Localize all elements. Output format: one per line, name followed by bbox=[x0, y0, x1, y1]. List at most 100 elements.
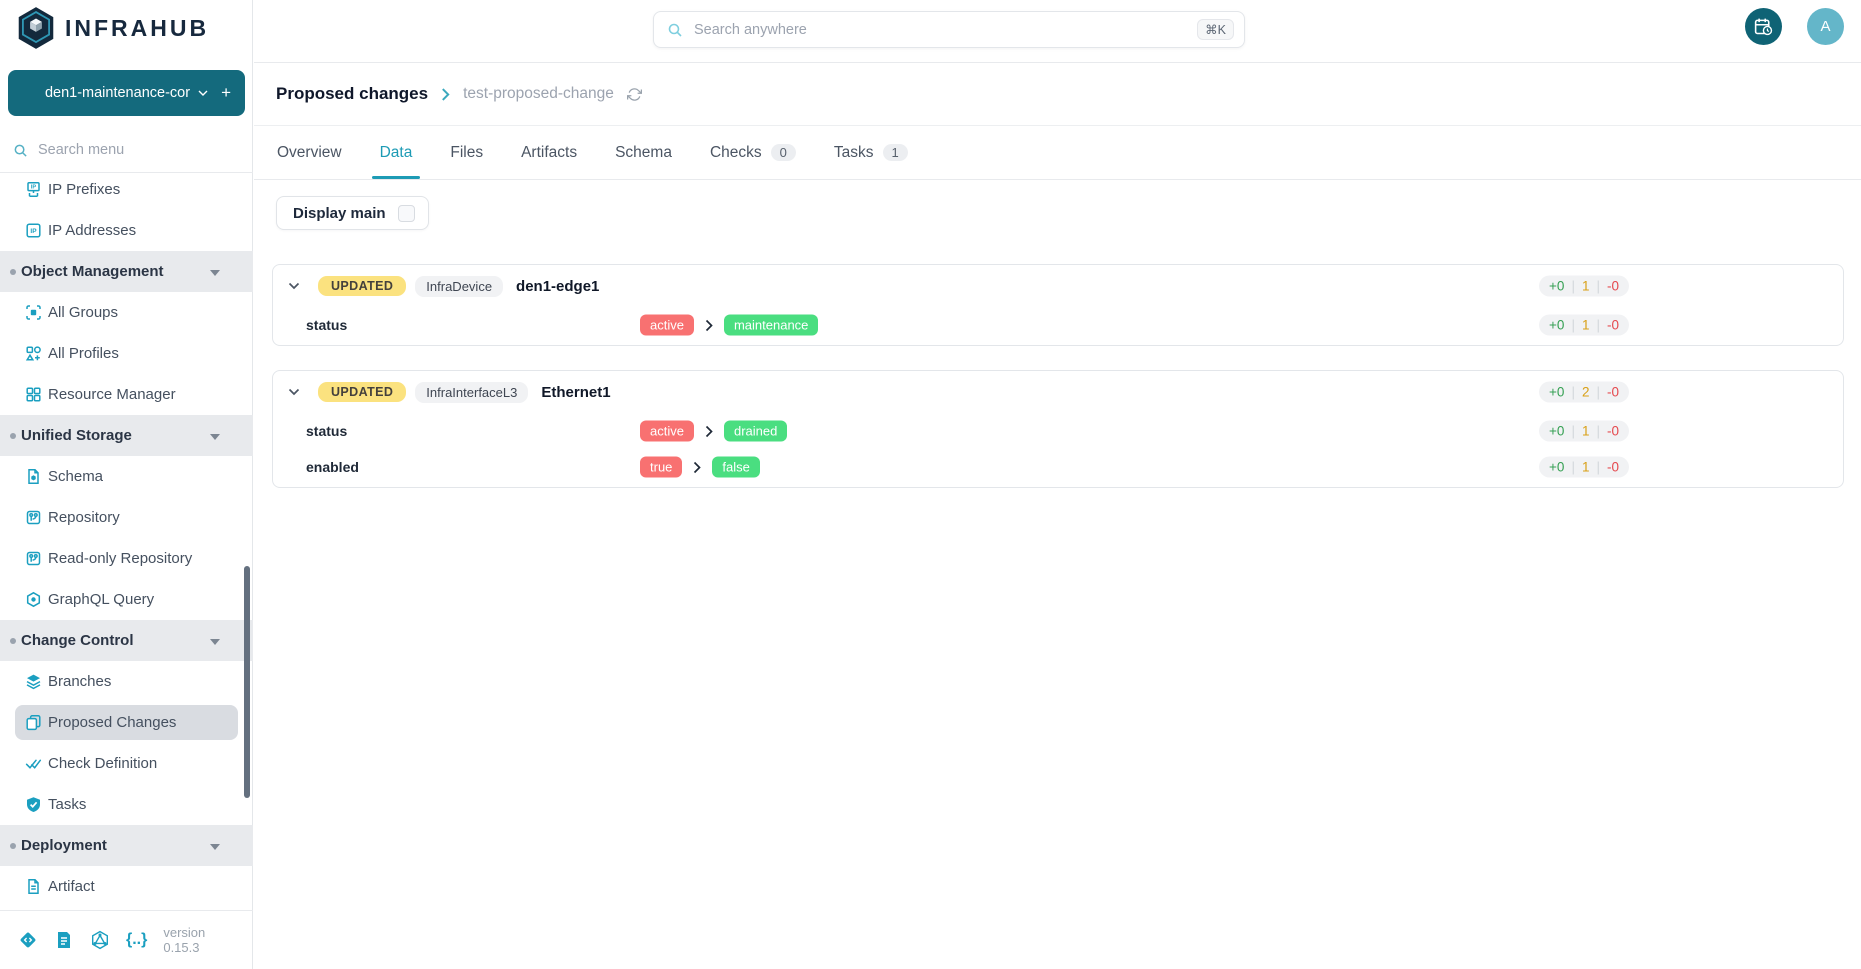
sidebar-item-all-groups[interactable]: All Groups bbox=[0, 292, 253, 333]
sidebar-section-unified-storage[interactable]: Unified Storage bbox=[0, 415, 253, 456]
swagger-api-icon[interactable]: {..} bbox=[126, 931, 147, 949]
svg-text:IP: IP bbox=[30, 228, 37, 235]
property-name: status bbox=[306, 423, 347, 439]
avatar[interactable]: A bbox=[1807, 8, 1844, 45]
artifact-icon bbox=[25, 878, 42, 895]
graphql-sandbox-icon[interactable] bbox=[90, 930, 110, 950]
section-bullet-icon bbox=[10, 269, 16, 275]
property-name: status bbox=[306, 317, 347, 333]
section-collapse-icon[interactable] bbox=[210, 844, 220, 850]
sidebar-item-repository[interactable]: Repository bbox=[0, 497, 253, 538]
tab-data[interactable]: Data bbox=[361, 126, 432, 179]
section-collapse-icon[interactable] bbox=[210, 639, 220, 645]
tab-checks[interactable]: Checks0 bbox=[691, 126, 815, 179]
refresh-icon[interactable] bbox=[627, 87, 642, 102]
section-collapse-icon[interactable] bbox=[210, 434, 220, 440]
diff-property-row[interactable]: status active drained +0|1|-0 bbox=[273, 413, 1843, 449]
app-logo[interactable]: INFRAHUB bbox=[16, 6, 209, 50]
display-main-checkbox[interactable] bbox=[398, 205, 415, 222]
chevron-right-icon bbox=[705, 319, 713, 331]
resource-manager-icon bbox=[25, 386, 42, 403]
sidebar-item-check-definition[interactable]: Check Definition bbox=[0, 743, 253, 784]
new-value-badge: drained bbox=[724, 421, 787, 442]
diff-property-row[interactable]: statusactivemaintenance+0|1|-0 bbox=[273, 307, 1843, 343]
tab-artifacts[interactable]: Artifacts bbox=[502, 126, 596, 179]
tab-label: Artifacts bbox=[521, 144, 577, 162]
chevron-right-icon bbox=[441, 88, 450, 101]
new-value-badge: maintenance bbox=[724, 315, 818, 336]
sidebar-item-ip-prefixes[interactable]: IPIP Prefixes bbox=[0, 169, 253, 210]
chevron-down-icon[interactable] bbox=[283, 381, 305, 403]
kind-badge: InfraInterfaceL3 bbox=[415, 382, 528, 403]
sidebar-item-label: Tasks bbox=[48, 796, 86, 813]
diff-card-list: UPDATEDInfraDeviceden1-edge1+0|1|-0statu… bbox=[272, 264, 1844, 512]
old-value-badge: true bbox=[640, 457, 682, 478]
breadcrumb-section[interactable]: Proposed changes bbox=[276, 84, 428, 104]
sidebar-item-read-only-repository[interactable]: Read-only Repository bbox=[0, 538, 253, 579]
chevron-right-icon bbox=[693, 461, 701, 473]
diff-card-header[interactable]: UPDATEDInfraInterfaceL3Ethernet1+0|2|-0 bbox=[273, 371, 1843, 413]
git-sync-icon[interactable] bbox=[18, 930, 38, 950]
sidebar-search-input[interactable] bbox=[36, 141, 210, 159]
section-label: Deployment bbox=[21, 837, 107, 854]
chevron-down-icon[interactable] bbox=[283, 275, 305, 297]
sidebar-item-label: IP Addresses bbox=[48, 222, 136, 239]
sidebar-item-label: Repository bbox=[48, 509, 120, 526]
top-header: ⌘K A bbox=[254, 0, 1861, 63]
sidebar-item-schema[interactable]: Schema bbox=[0, 456, 253, 497]
section-collapse-icon[interactable] bbox=[210, 270, 220, 276]
sidebar-section-change-control[interactable]: Change Control bbox=[0, 620, 253, 661]
graphql-query-icon bbox=[25, 591, 42, 608]
calendar-clock-icon bbox=[1753, 16, 1774, 37]
sidebar-search bbox=[0, 128, 253, 173]
sidebar-item-label: All Groups bbox=[48, 304, 118, 321]
tab-count-badge: 0 bbox=[771, 144, 796, 161]
display-main-toggle[interactable]: Display main bbox=[276, 196, 429, 230]
section-label: Change Control bbox=[21, 632, 134, 649]
add-branch-button[interactable]: + bbox=[221, 70, 231, 116]
tab-overview[interactable]: Overview bbox=[258, 126, 361, 179]
sidebar-section-object-management[interactable]: Object Management bbox=[0, 251, 253, 292]
sidebar-scrollbar[interactable] bbox=[244, 566, 250, 798]
sidebar-item-artifact[interactable]: Artifact bbox=[0, 866, 253, 907]
sidebar-section-deployment[interactable]: Deployment bbox=[0, 825, 253, 866]
sidebar-item-graphql-query[interactable]: GraphQL Query bbox=[0, 579, 253, 620]
section-bullet-icon bbox=[10, 433, 16, 439]
sidebar-item-label: All Profiles bbox=[48, 345, 119, 362]
change-counts: +0|1|-0 bbox=[1539, 421, 1629, 442]
sidebar-item-label: IP Prefixes bbox=[48, 181, 120, 198]
diff-property-row[interactable]: enabledtruefalse+0|1|-0 bbox=[273, 449, 1843, 485]
tab-label: Schema bbox=[615, 144, 672, 162]
documentation-icon[interactable] bbox=[54, 930, 74, 950]
chevron-down-icon bbox=[198, 90, 208, 96]
tab-label: Overview bbox=[277, 144, 342, 162]
tab-tasks[interactable]: Tasks1 bbox=[815, 126, 927, 179]
sidebar-item-label: Resource Manager bbox=[48, 386, 176, 403]
tab-files[interactable]: Files bbox=[431, 126, 502, 179]
global-search-input[interactable] bbox=[692, 21, 1188, 39]
schedule-button[interactable] bbox=[1745, 8, 1782, 45]
sidebar-menu: IPIP Prefixes IP IP Addresses Object Manage… bbox=[0, 169, 253, 910]
repository-icon bbox=[25, 509, 42, 526]
section-bullet-icon bbox=[10, 638, 16, 644]
sidebar-item-all-profiles[interactable]: All Profiles bbox=[0, 333, 253, 374]
tab-schema[interactable]: Schema bbox=[596, 126, 691, 179]
old-value-badge: active bbox=[640, 421, 694, 442]
property-name: enabled bbox=[306, 459, 359, 475]
sidebar-item-ip-addresses[interactable]: IP IP Addresses bbox=[0, 210, 253, 251]
section-label: Unified Storage bbox=[21, 427, 132, 444]
branch-selector[interactable]: den1-maintenance-cor + bbox=[8, 70, 245, 116]
chevron-right-icon bbox=[705, 425, 713, 437]
sidebar-item-proposed-changes[interactable]: Proposed Changes bbox=[0, 702, 253, 743]
new-value-badge: false bbox=[712, 457, 759, 478]
sidebar-item-branches[interactable]: Branches bbox=[0, 661, 253, 702]
change-counts: +0|2|-0 bbox=[1539, 382, 1629, 403]
sidebar-footer: {..} version 0.15.3 bbox=[0, 910, 253, 969]
sidebar-item-resource-manager[interactable]: Resource Manager bbox=[0, 374, 253, 415]
tab-count-badge: 1 bbox=[883, 144, 908, 161]
sidebar-item-label: GraphQL Query bbox=[48, 591, 154, 608]
sidebar-item-tasks[interactable]: Tasks bbox=[0, 784, 253, 825]
diff-card-header[interactable]: UPDATEDInfraDeviceden1-edge1+0|1|-0 bbox=[273, 265, 1843, 307]
schema-icon bbox=[25, 468, 42, 485]
sidebar-item-label: Proposed Changes bbox=[48, 714, 176, 731]
